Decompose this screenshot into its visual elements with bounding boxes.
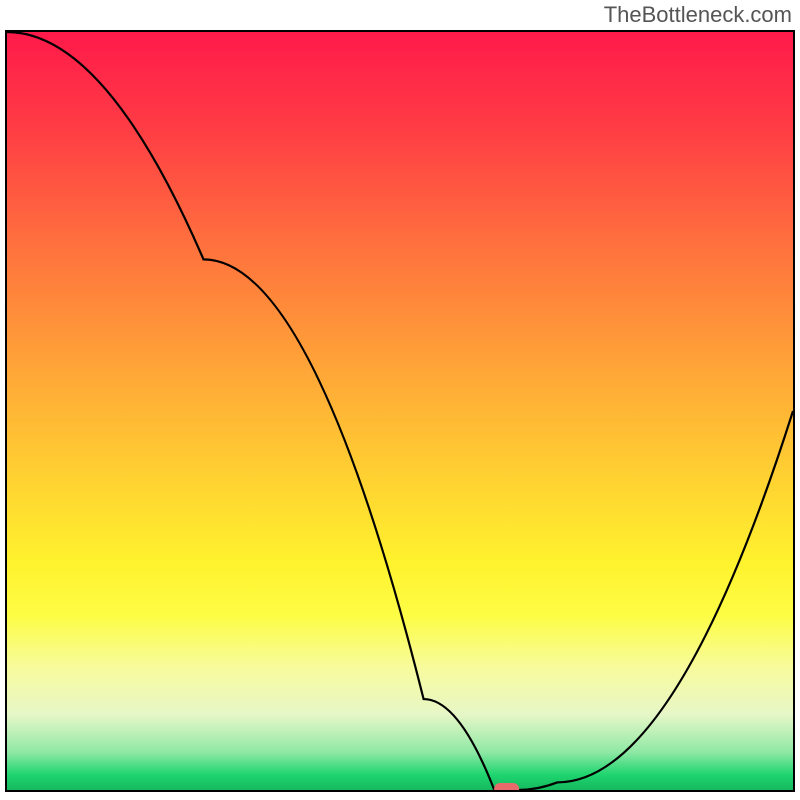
chart-overlay [7, 32, 793, 790]
optimal-marker [494, 783, 519, 790]
bottleneck-curve-line [7, 32, 793, 790]
watermark-text: TheBottleneck.com [604, 2, 792, 28]
plot-area [5, 30, 795, 792]
bottleneck-chart: TheBottleneck.com [0, 0, 800, 800]
